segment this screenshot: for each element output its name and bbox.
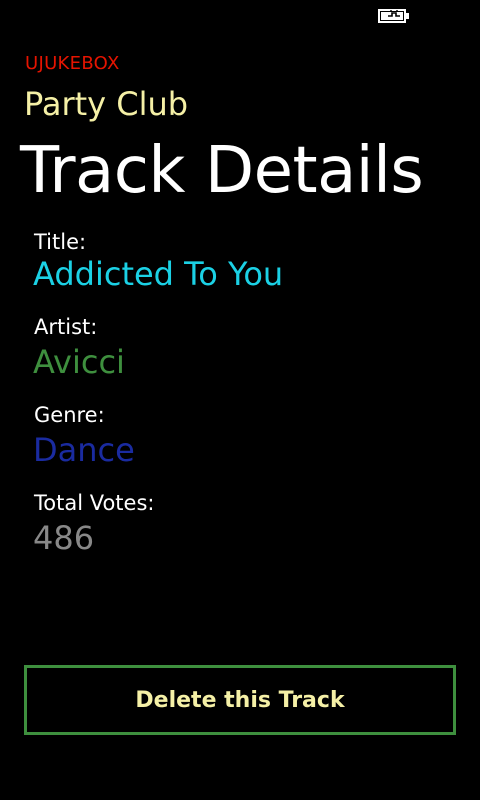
title-label: Title: xyxy=(34,230,87,254)
artist-label: Artist: xyxy=(34,315,98,339)
artist-value: Avicci xyxy=(33,343,125,381)
page-subtitle: Party Club xyxy=(24,85,189,123)
delete-track-button[interactable]: Delete this Track xyxy=(24,665,456,735)
title-value: Addicted To You xyxy=(33,255,284,293)
status-bar xyxy=(0,0,480,32)
votes-label: Total Votes: xyxy=(34,491,155,515)
genre-label: Genre: xyxy=(34,403,105,427)
delete-track-button-label: Delete this Track xyxy=(135,687,345,713)
app-name: UJUKEBOX xyxy=(25,53,120,74)
battery-charging-icon xyxy=(378,9,409,23)
votes-value: 486 xyxy=(33,519,95,557)
genre-value: Dance xyxy=(33,431,135,469)
page-title: Track Details xyxy=(20,134,424,208)
